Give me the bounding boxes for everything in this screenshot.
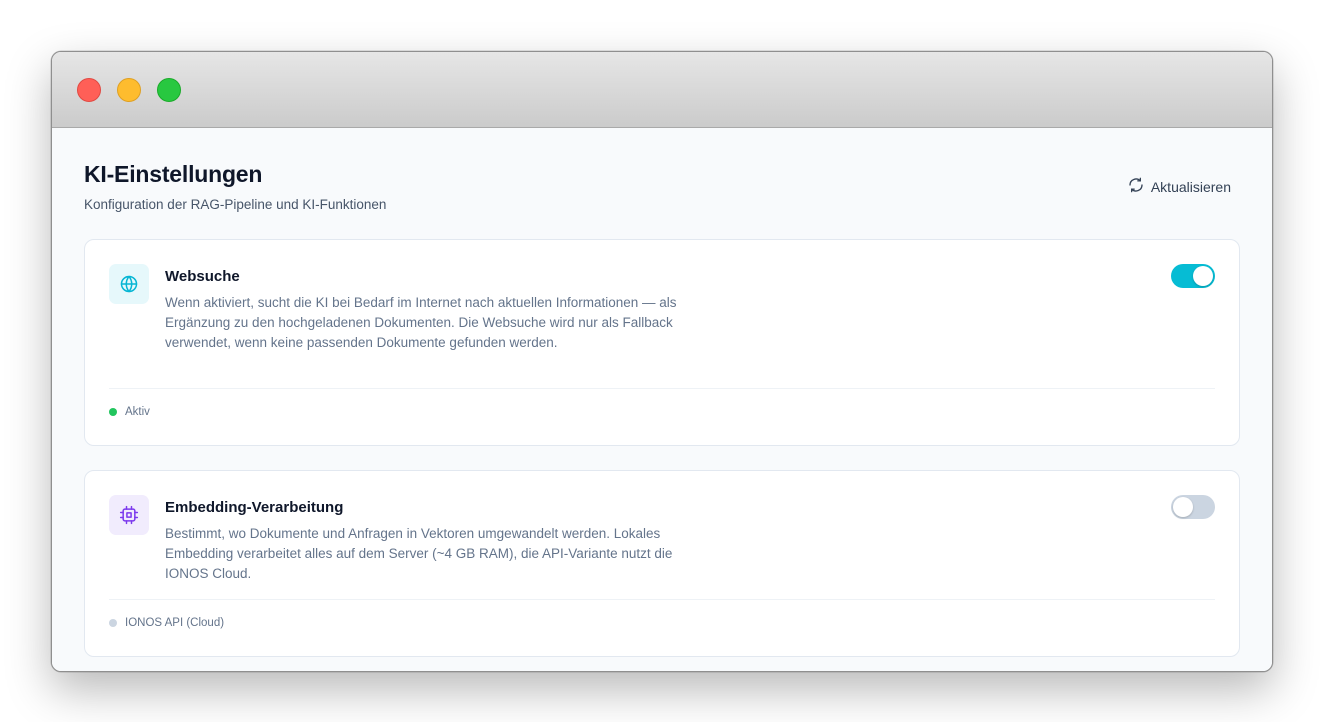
embedding-title: Embedding-Verarbeitung [165, 499, 344, 516]
websearch-status: Aktiv [109, 406, 150, 418]
embedding-toggle[interactable] [1171, 495, 1215, 519]
refresh-button-label: Aktualisieren [1150, 178, 1231, 195]
toggle-knob [1173, 497, 1193, 517]
divider [109, 388, 1215, 389]
page-title: KI-Einstellungen [84, 161, 263, 187]
embedding-status: IONOS API (Cloud) [109, 617, 224, 629]
embedding-description: Bestimmt, wo Dokumente und Anfragen in V… [165, 526, 673, 581]
minimize-window-button[interactable] [117, 78, 141, 102]
maximize-window-button[interactable] [157, 78, 181, 102]
page-subtitle: Konfiguration der RAG-Pipeline und KI-Fu… [84, 197, 387, 212]
websearch-card: Websuche Wenn aktiviert, sucht die KI be… [84, 239, 1240, 446]
settings-page: KI-Einstellungen Konfiguration der RAG-P… [52, 128, 1272, 671]
refresh-icon [1128, 177, 1144, 196]
websearch-title: Websuche [165, 268, 240, 285]
refresh-button[interactable]: Aktualisieren [1128, 177, 1231, 196]
websearch-toggle[interactable] [1171, 264, 1215, 288]
cpu-icon [109, 495, 149, 535]
close-window-button[interactable] [77, 78, 101, 102]
embedding-status-label: IONOS API (Cloud) [125, 617, 225, 629]
divider [109, 599, 1215, 600]
websearch-description: Wenn aktiviert, sucht die KI bei Bedarf … [165, 295, 677, 350]
embedding-card: Embedding-Verarbeitung Bestimmt, wo Doku… [84, 470, 1240, 657]
websearch-status-label: Aktiv [125, 406, 150, 418]
status-dot-inactive [109, 619, 117, 627]
toggle-knob [1193, 266, 1213, 286]
status-dot-active [109, 408, 117, 416]
title-bar [52, 52, 1272, 128]
globe-icon [109, 264, 149, 304]
app-window: KI-Einstellungen Konfiguration der RAG-P… [51, 51, 1273, 672]
